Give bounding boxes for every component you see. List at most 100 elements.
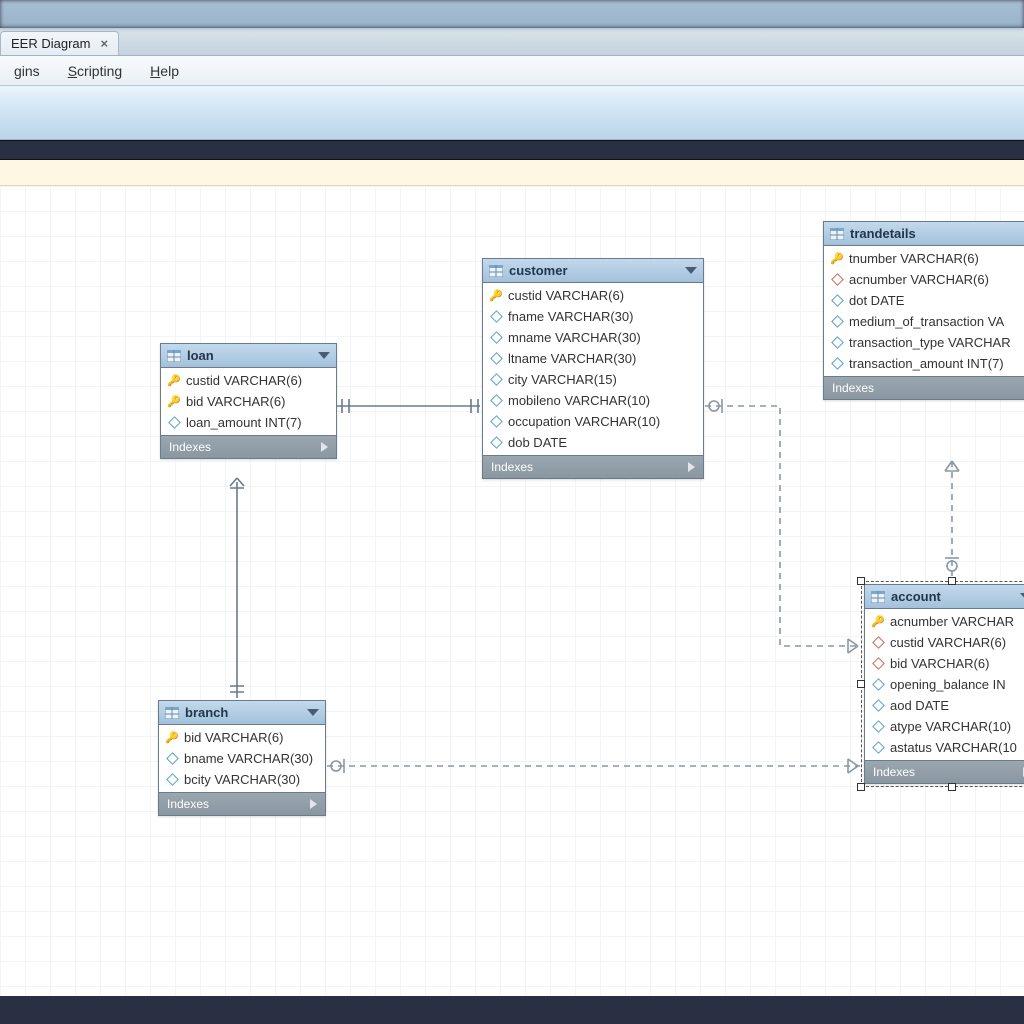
column-row[interactable]: mname VARCHAR(30) [483,327,703,348]
entity-account[interactable]: account 🔑acnumber VARCHAR custid VARCHAR(… [864,584,1024,784]
table-icon [830,228,844,240]
column-row[interactable]: ltname VARCHAR(30) [483,348,703,369]
column-text: transaction_amount INT(7) [849,356,1004,371]
column-list: 🔑custid VARCHAR(6)fname VARCHAR(30) mname… [483,283,703,455]
column-text: medium_of_transaction VA [849,314,1004,329]
entity-customer[interactable]: customer 🔑custid VARCHAR(6)fname VARCHAR… [482,258,704,479]
entity-title: loan [187,348,318,363]
column-row[interactable]: 🔑 bid VARCHAR(6) [161,391,336,412]
column-row[interactable]: 🔑bid VARCHAR(6) [159,727,325,748]
column-text: mname VARCHAR(30) [508,330,641,345]
column-row[interactable]: 🔑 tnumber VARCHAR(6) [824,248,1024,269]
column-diamond-icon [167,416,181,430]
column-diamond-icon [830,315,844,329]
column-text: bid VARCHAR(6) [186,394,285,409]
column-list: 🔑acnumber VARCHAR custid VARCHAR(6) bid VA… [865,609,1024,760]
entity-header[interactable]: loan [161,344,336,368]
entity-header[interactable]: customer [483,259,703,283]
column-row[interactable]: 🔑acnumber VARCHAR [865,611,1024,632]
column-text: acnumber VARCHAR(6) [849,272,989,287]
resize-handle[interactable] [948,577,956,585]
column-row[interactable]: fname VARCHAR(30) [483,306,703,327]
resize-handle[interactable] [948,783,956,791]
fk-diamond-icon [871,636,885,650]
menu-plugins[interactable]: gins [0,63,54,79]
column-row[interactable]: medium_of_transaction VA [824,311,1024,332]
indexes-section[interactable]: Indexes [483,455,703,478]
column-text: bname VARCHAR(30) [184,751,313,766]
column-diamond-icon [830,357,844,371]
column-text: dot DATE [849,293,904,308]
column-row[interactable]: city VARCHAR(15) [483,369,703,390]
column-text: city VARCHAR(15) [508,372,617,387]
entity-trandetails[interactable]: trandetails 🔑 tnumber VARCHAR(6) acnumber … [823,221,1024,400]
entity-branch[interactable]: branch 🔑bid VARCHAR(6) bname VARCHAR(30) b… [158,700,326,816]
entity-header[interactable]: trandetails [824,222,1024,246]
column-text: bid VARCHAR(6) [890,656,989,671]
indexes-section[interactable]: Indexes [159,792,325,815]
column-text: custid VARCHAR(6) [890,635,1006,650]
indexes-section[interactable]: Indexes [161,435,336,458]
column-row[interactable]: opening_balance IN [865,674,1024,695]
entity-title: account [891,589,1020,604]
column-row[interactable]: aod DATE [865,695,1024,716]
column-text: transaction_type VARCHAR [849,335,1011,350]
column-row[interactable]: bcity VARCHAR(30) [159,769,325,790]
entity-loan[interactable]: loan 🔑custid VARCHAR(6)🔑bid VARCHAR(6)lo… [160,343,337,459]
menu-help[interactable]: Help [136,63,193,79]
column-row[interactable]: 🔑custid VARCHAR(6) [483,285,703,306]
footer-band [0,996,1024,1024]
column-diamond-icon [165,752,179,766]
column-row[interactable]: atype VARCHAR(10) [865,716,1024,737]
chevron-right-icon [310,799,317,809]
indexes-label: Indexes [491,460,688,474]
column-row[interactable]: mobileno VARCHAR(10) [483,390,703,411]
key-icon: 🔑 [167,374,181,388]
column-text: tnumber VARCHAR(6) [849,251,979,266]
column-row[interactable]: astatus VARCHAR(10 [865,737,1024,758]
key-icon: 🔑 [167,395,181,409]
window-chrome-blur [0,0,1024,28]
column-row[interactable]: acnumber VARCHAR(6) [824,269,1024,290]
column-row[interactable]: occupation VARCHAR(10) [483,411,703,432]
column-diamond-icon [165,773,179,787]
column-diamond-icon [830,294,844,308]
chevron-right-icon [321,442,328,452]
indexes-section[interactable]: Indexes [865,760,1024,783]
column-row[interactable]: custid VARCHAR(6) [865,632,1024,653]
chevron-down-icon[interactable] [685,267,697,274]
entity-header[interactable]: branch [159,701,325,725]
resize-handle[interactable] [857,680,865,688]
chevron-down-icon[interactable] [307,709,319,716]
diagram-canvas[interactable]: loan 🔑custid VARCHAR(6)🔑bid VARCHAR(6)lo… [0,186,1024,996]
column-diamond-icon [871,699,885,713]
column-list: 🔑 tnumber VARCHAR(6) acnumber VARCHAR(6) do… [824,246,1024,376]
column-row[interactable]: loan_amount INT(7) [161,412,336,433]
tab-strip: EER Diagram × [0,28,1024,56]
fk-diamond-icon [830,273,844,287]
column-text: custid VARCHAR(6) [508,288,624,303]
resize-handle[interactable] [857,783,865,791]
column-row[interactable]: transaction_amount INT(7) [824,353,1024,374]
column-row[interactable]: bname VARCHAR(30) [159,748,325,769]
tab-eer-diagram[interactable]: EER Diagram × [0,31,119,55]
menu-scripting[interactable]: Scripting [54,63,136,79]
indexes-label: Indexes [873,765,1023,779]
column-diamond-icon [489,394,503,408]
column-row[interactable]: bid VARCHAR(6) [865,653,1024,674]
column-row[interactable]: dob DATE [483,432,703,453]
resize-handle[interactable] [857,577,865,585]
close-icon[interactable]: × [100,36,108,51]
column-row[interactable]: transaction_type VARCHAR [824,332,1024,353]
column-diamond-icon [489,352,503,366]
key-icon: 🔑 [830,252,844,266]
chevron-down-icon[interactable] [1020,593,1024,600]
column-text: bid VARCHAR(6) [184,730,283,745]
column-row[interactable]: 🔑custid VARCHAR(6) [161,370,336,391]
entity-header[interactable]: account [865,585,1024,609]
indexes-section[interactable]: Indexes [824,376,1024,399]
chevron-down-icon[interactable] [318,352,330,359]
indexes-label: Indexes [832,381,1024,395]
column-diamond-icon [871,741,885,755]
column-row[interactable]: dot DATE [824,290,1024,311]
